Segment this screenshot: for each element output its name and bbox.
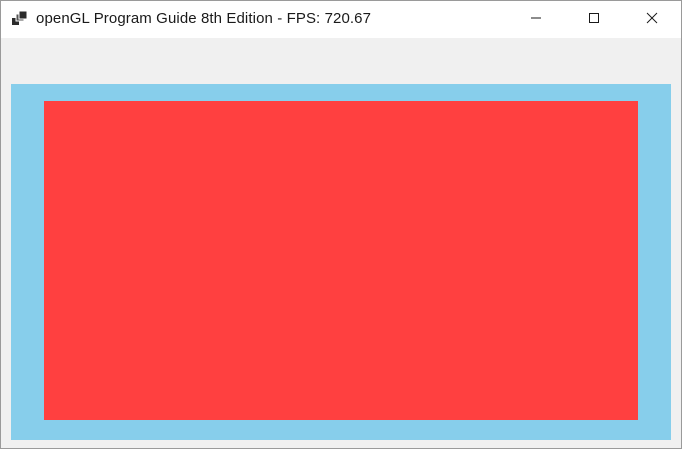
- minimize-icon: [530, 11, 542, 29]
- red-quad: [44, 101, 638, 420]
- opengl-viewport[interactable]: [11, 84, 671, 440]
- window-title: openGL Program Guide 8th Edition - FPS: …: [36, 10, 372, 27]
- app-window: openGL Program Guide 8th Edition - FPS: …: [0, 0, 682, 449]
- maximize-button[interactable]: [571, 1, 617, 38]
- minimize-button[interactable]: [513, 1, 559, 38]
- title-bar[interactable]: openGL Program Guide 8th Edition - FPS: …: [1, 1, 681, 38]
- close-button[interactable]: [629, 1, 675, 38]
- close-icon: [646, 11, 658, 29]
- client-area: [1, 38, 681, 448]
- app-window-icon[interactable]: [12, 10, 28, 27]
- maximize-icon: [588, 11, 600, 29]
